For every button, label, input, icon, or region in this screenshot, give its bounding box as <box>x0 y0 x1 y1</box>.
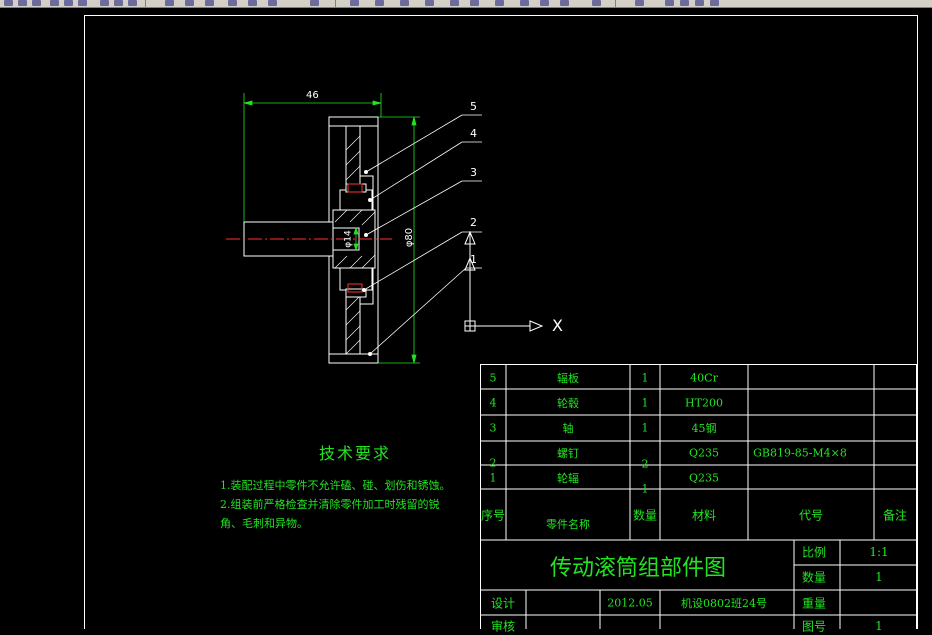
qty-label: 数量 <box>801 570 827 585</box>
part-qty: 1 <box>641 396 649 410</box>
tech-title: 技术要求 <box>318 444 391 463</box>
tech-line: 2.组装前严格检查并清除零件加工时残留的锐 <box>220 498 440 511</box>
part-no: 3 <box>489 421 497 435</box>
technical-requirements: 技术要求 1.装配过程中零件不允许磕、碰、划伤和锈蚀。 2.组装前严格检查并清除… <box>220 440 460 533</box>
part-material: Q235 <box>688 446 720 460</box>
part-qty: 2 <box>641 457 649 471</box>
balloon-1: 1 <box>470 253 477 266</box>
designer-label: 设计 <box>490 596 516 611</box>
part-material: 45钢 <box>691 422 717 435</box>
balloon-4: 4 <box>470 127 477 140</box>
ucs-x-label: X <box>552 316 563 335</box>
part-material: 40Cr <box>690 371 718 385</box>
class-info: 机设0802班24号 <box>681 597 767 610</box>
part-name: 轮毂 <box>557 397 579 410</box>
part-name: 轮辐 <box>557 472 579 485</box>
part-no: 1 <box>489 471 497 485</box>
part-name: 辐板 <box>557 372 579 385</box>
part-qty: 1 <box>641 421 649 435</box>
scale-value: 1:1 <box>869 545 889 559</box>
part-name: 螺钉 <box>557 447 579 460</box>
review-label: 审核 <box>490 619 516 634</box>
tech-line: 角、毛刺和异物。 <box>220 517 308 530</box>
part-name: 轴 <box>562 422 574 435</box>
design-date: 2012.05 <box>607 596 653 610</box>
scale-label: 比例 <box>801 545 827 560</box>
ucs-icon <box>464 230 544 332</box>
header-name: 零件名称 <box>546 518 590 531</box>
part-material: Q235 <box>688 471 720 485</box>
weight-label: 重量 <box>801 596 827 611</box>
drawing-no-value: 1 <box>875 619 883 633</box>
part-no: 2 <box>489 456 497 470</box>
qty-value: 1 <box>875 570 883 584</box>
dimension-width: 46 <box>306 90 319 101</box>
tech-line: 1.装配过程中零件不允许磕、碰、划伤和锈蚀。 <box>220 479 451 492</box>
title-block[interactable]: 5 辐板 1 40Cr 4 轮毂 1 HT200 3 轴 1 45钢 2 螺钉 … <box>480 364 917 634</box>
leader-lines <box>361 114 482 356</box>
header-code: 代号 <box>798 508 824 523</box>
header-qty: 数量 <box>632 508 658 523</box>
balloon-3: 3 <box>470 166 477 179</box>
part-no: 5 <box>489 371 497 385</box>
part-qty: 1 <box>641 371 649 385</box>
part-material: HT200 <box>685 396 723 410</box>
header-material: 材料 <box>691 508 717 523</box>
balloon-2: 2 <box>470 216 477 229</box>
part-no: 4 <box>489 396 497 410</box>
balloon-5: 5 <box>470 100 477 113</box>
dimension-dia-inner: φ14 <box>343 230 354 248</box>
header-note: 备注 <box>882 508 908 523</box>
part-qty: 1 <box>641 482 649 496</box>
drawing-title: 传动滚筒组部件图 <box>549 556 727 581</box>
part-code: GB819-85-M4×8 <box>753 446 847 460</box>
dimension-dia-outer: φ80 <box>404 227 416 248</box>
drawing-no-label: 图号 <box>801 619 827 634</box>
header-no: 序号 <box>480 508 506 523</box>
